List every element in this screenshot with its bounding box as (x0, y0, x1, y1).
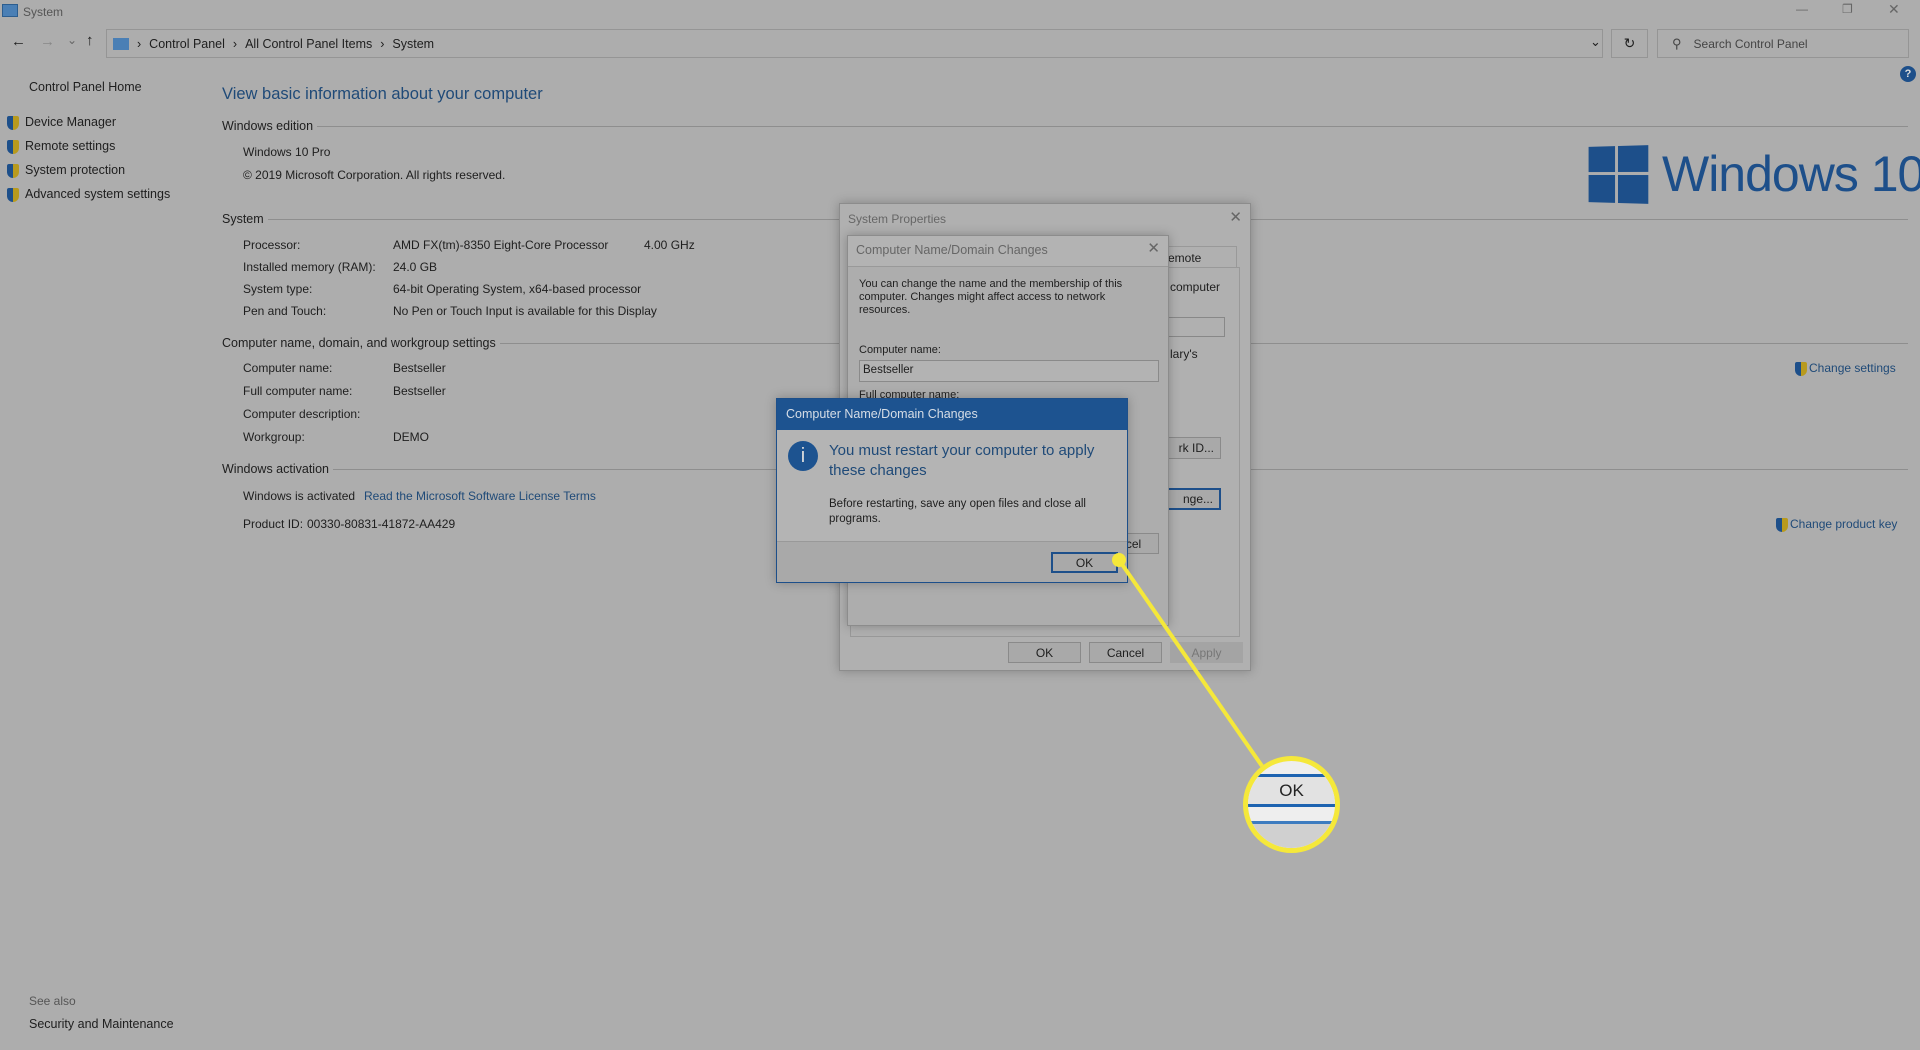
callout-magnifier: OK (1243, 756, 1340, 853)
callout-ok-label: OK (1248, 777, 1335, 804)
callout-pointer (1112, 553, 1264, 768)
